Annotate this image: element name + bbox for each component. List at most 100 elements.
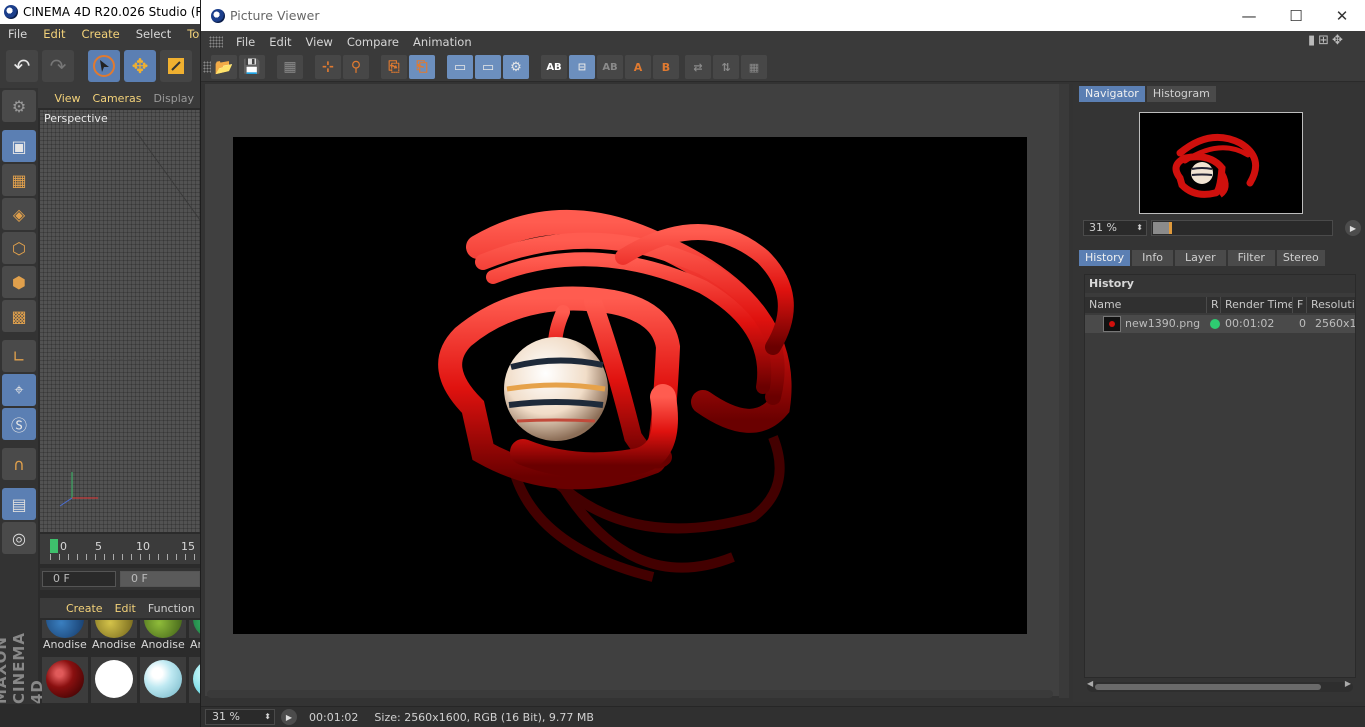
c4d-menu-edit[interactable]: Edit (35, 27, 73, 41)
history-horizontal-scrollbar[interactable]: ◀ ▶ (1087, 679, 1353, 692)
scale-tool-icon[interactable] (160, 50, 192, 82)
picture-viewer-titlebar[interactable]: Picture Viewer — ☐ ✕ (201, 0, 1365, 31)
timeline-tick: 10 (136, 540, 150, 553)
c4d-menu-tools[interactable]: Tools (179, 27, 200, 41)
material-thumb[interactable] (140, 657, 186, 703)
c4d-menu-create[interactable]: Create (74, 27, 128, 41)
tweak-icon[interactable]: ⌖ (2, 374, 36, 406)
slider-knob[interactable] (1169, 222, 1172, 234)
snap-icon[interactable]: Ⓢ (2, 408, 36, 440)
copy-icon[interactable]: ⎘ (381, 55, 407, 79)
render-settings-icon[interactable]: ⚙ (503, 55, 529, 79)
magnet-icon[interactable]: ∩ (2, 448, 36, 480)
stop-rendering-icon[interactable]: ▭ (447, 55, 473, 79)
pv-menu-animation[interactable]: Animation (406, 35, 479, 49)
canvas-vertical-scrollbar[interactable] (1059, 84, 1069, 698)
undo-icon[interactable]: ↶ (6, 50, 38, 82)
timeline[interactable]: 0 5 10 15 (40, 534, 200, 564)
current-frame-field[interactable]: 0 F (120, 571, 200, 587)
tab-history[interactable]: History (1079, 250, 1131, 266)
col-resolution[interactable]: Resoluti (1307, 297, 1357, 313)
swap-ab-icon[interactable]: ⇄ (685, 55, 711, 79)
tab-navigator[interactable]: Navigator (1079, 86, 1145, 102)
fit-screen-icon[interactable]: ⊹ (315, 55, 341, 79)
start-frame-field[interactable]: 0 F (42, 571, 116, 587)
material-thumb[interactable] (140, 620, 186, 638)
canvas-horizontal-scrollbar[interactable] (207, 690, 1053, 698)
pv-menu-edit[interactable]: Edit (262, 35, 298, 49)
pv-menu-compare[interactable]: Compare (340, 35, 406, 49)
pv-menu-file[interactable]: File (229, 35, 262, 49)
perspective-viewport[interactable] (40, 110, 200, 532)
col-render-time[interactable]: Render Time (1221, 297, 1293, 313)
edges-mode-icon[interactable]: ⬢ (2, 266, 36, 298)
material-thumb[interactable] (91, 620, 137, 638)
layout-icons[interactable]: ▮⊞✥ (1301, 33, 1353, 48)
ab-difference-icon[interactable]: AB (597, 55, 623, 79)
tab-stereo[interactable]: Stereo (1276, 250, 1325, 266)
col-name[interactable]: Name (1085, 297, 1207, 313)
material-thumb[interactable] (42, 657, 88, 703)
history-row[interactable]: new1390.png 00:01:02 0 2560x16 (1085, 315, 1355, 333)
spinner-icon[interactable]: ⬍ (264, 710, 271, 724)
viewport-menu-display[interactable]: Display (147, 92, 200, 105)
c4d-menu-file[interactable]: File (0, 27, 35, 41)
material-thumb[interactable] (189, 620, 200, 638)
grid-icon[interactable]: ▦ (277, 55, 303, 79)
rendered-image[interactable] (233, 137, 1027, 634)
tab-layer[interactable]: Layer (1174, 250, 1226, 266)
maximize-button[interactable]: ☐ (1273, 0, 1319, 31)
col-f[interactable]: F (1293, 297, 1307, 313)
set-a-icon[interactable]: A (625, 55, 651, 79)
points-mode-icon[interactable]: ⬡ (2, 232, 36, 264)
model-mode-icon[interactable]: ▣ (2, 130, 36, 162)
navigator-zoom-field[interactable]: 31 % ⬍ (1083, 220, 1147, 236)
col-r[interactable]: R (1207, 297, 1221, 313)
material-thumb[interactable] (42, 620, 88, 638)
redo-icon[interactable]: ↷ (42, 50, 74, 82)
grid-cycle-icon[interactable]: ◎ (2, 522, 36, 554)
tab-info[interactable]: Info (1132, 250, 1173, 266)
zoom-icon[interactable]: ⚲ (343, 55, 369, 79)
material-thumb[interactable] (91, 657, 137, 703)
minimize-button[interactable]: — (1226, 0, 1272, 31)
tab-histogram[interactable]: Histogram (1146, 86, 1216, 102)
spinner-icon[interactable]: ⬍ (1136, 221, 1143, 235)
viewport-menu-view[interactable]: View (48, 92, 86, 105)
play-icon[interactable]: ▶ (281, 709, 297, 725)
playhead[interactable] (50, 539, 58, 553)
select-tool-icon[interactable] (88, 50, 120, 82)
paste-icon[interactable]: ⎗ (409, 55, 435, 79)
split-horizontal-icon[interactable]: ⊟ (569, 55, 595, 79)
c4d-menu-select[interactable]: Select (128, 27, 179, 41)
pv-menu-view[interactable]: View (299, 35, 340, 49)
status-zoom-field[interactable]: 31 % ⬍ (205, 709, 275, 725)
compare-vertical-icon[interactable]: ⇅ (713, 55, 739, 79)
navigator-thumbnail[interactable] (1139, 112, 1303, 214)
grid-lock-icon[interactable]: ▤ (2, 488, 36, 520)
save-as-icon[interactable]: 💾 (239, 55, 265, 79)
render-region-icon[interactable]: ▭ (475, 55, 501, 79)
texture-mode-icon[interactable]: ▦ (2, 164, 36, 196)
scroll-thumb[interactable] (1095, 684, 1321, 690)
viewport-menu-cameras[interactable]: Cameras (87, 92, 148, 105)
material-thumb[interactable] (189, 657, 200, 703)
move-tool-icon[interactable]: ✥ (124, 50, 156, 82)
scroll-left-icon[interactable]: ◀ (1087, 679, 1093, 688)
navigator-zoom-slider[interactable] (1151, 220, 1333, 236)
material-menu-edit[interactable]: Edit (109, 602, 142, 615)
set-b-icon[interactable]: B (653, 55, 679, 79)
ab-compare-icon[interactable]: AB (541, 55, 567, 79)
compare-grid-icon[interactable]: ▦ (741, 55, 767, 79)
material-menu-function[interactable]: Function (142, 602, 200, 615)
scroll-right-icon[interactable]: ▶ (1345, 679, 1351, 688)
tab-filter[interactable]: Filter (1227, 250, 1275, 266)
open-file-icon[interactable]: 📂 (211, 55, 237, 79)
workplane-mode-icon[interactable]: ◈ (2, 198, 36, 230)
make-editable-icon[interactable]: ⚙ (2, 90, 36, 122)
play-icon[interactable]: ▶ (1345, 220, 1361, 236)
close-button[interactable]: ✕ (1319, 0, 1365, 31)
material-menu-create[interactable]: Create (60, 602, 109, 615)
polygons-mode-icon[interactable]: ▩ (2, 300, 36, 332)
axis-icon[interactable]: ∟ (2, 340, 36, 372)
